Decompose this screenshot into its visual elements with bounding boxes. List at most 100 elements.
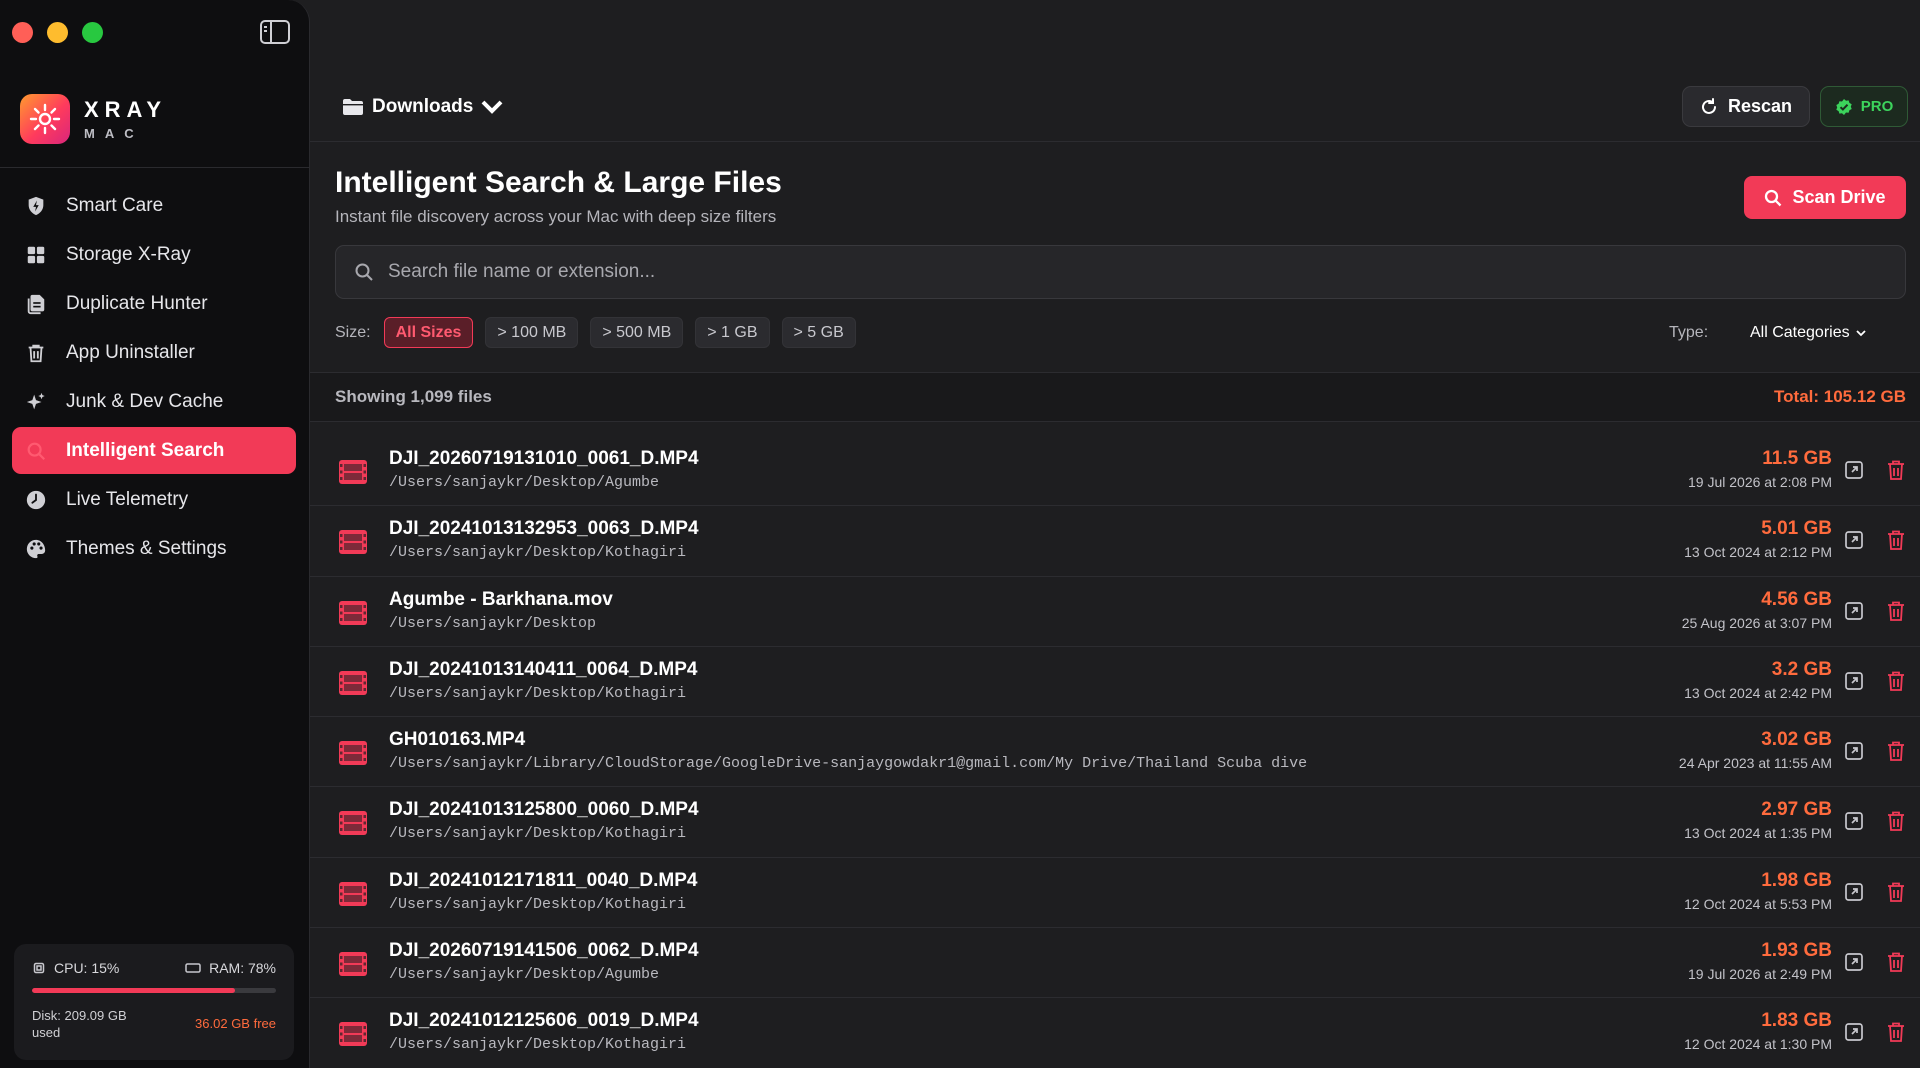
grid-icon <box>24 243 48 267</box>
ram-usage-fill <box>32 988 235 993</box>
delete-file-icon[interactable] <box>1886 1021 1906 1043</box>
file-path: /Users/sanjaykr/Desktop/Agumbe <box>389 966 660 984</box>
disk-free: 36.02 GB free <box>195 1016 276 1031</box>
size-filter-1gb[interactable]: > 1 GB <box>695 317 770 348</box>
copy-icon <box>24 292 48 316</box>
sidebar-item-smart-care[interactable]: Smart Care <box>12 182 296 229</box>
sidebar-item-label: Themes & Settings <box>66 537 227 559</box>
reveal-in-finder-icon[interactable] <box>1844 882 1864 902</box>
file-path: /Users/sanjaykr/Desktop/Kothagiri <box>389 825 687 843</box>
file-list: DJI_20260719131010_0061_D.MP4 /Users/san… <box>310 436 1920 1068</box>
sidebar-item-label: Intelligent Search <box>66 439 225 461</box>
delete-file-icon[interactable] <box>1886 600 1906 622</box>
file-name: DJI_20241013125800_0060_D.MP4 <box>389 799 699 821</box>
sidebar-item-storage-xray[interactable]: Storage X-Ray <box>12 231 296 278</box>
size-filters: Size: All Sizes > 100 MB > 500 MB > 1 GB… <box>335 317 856 348</box>
folder-selector[interactable]: Downloads <box>342 96 503 118</box>
file-name: DJI_20241012171811_0040_D.MP4 <box>389 869 698 891</box>
search-input[interactable] <box>388 261 1788 283</box>
delete-file-icon[interactable] <box>1886 951 1906 973</box>
file-path: /Users/sanjaykr/Desktop/Kothagiri <box>389 684 687 702</box>
scan-drive-button[interactable]: Scan Drive <box>1744 176 1906 219</box>
file-name: GH010163.MP4 <box>389 729 526 751</box>
search-icon <box>24 439 48 463</box>
reveal-in-finder-icon[interactable] <box>1844 601 1864 621</box>
file-path: /Users/sanjaykr/Library/CloudStorage/Goo… <box>389 755 1308 773</box>
file-row[interactable]: Agumbe - Barkhana.mov /Users/sanjaykr/De… <box>310 577 1920 647</box>
reveal-in-finder-icon[interactable] <box>1844 811 1864 831</box>
sidebar-item-label: Live Telemetry <box>66 488 189 510</box>
sidebar-item-intelligent-search[interactable]: Intelligent Search <box>12 427 296 474</box>
size-filter-100mb[interactable]: > 100 MB <box>485 317 579 348</box>
close-window-button[interactable] <box>12 22 33 43</box>
file-date: 19 Jul 2026 at 2:08 PM <box>1688 474 1832 490</box>
search-icon <box>1765 189 1782 206</box>
refresh-icon <box>1701 97 1716 114</box>
size-filter-500mb[interactable]: > 500 MB <box>590 317 684 348</box>
delete-file-icon[interactable] <box>1886 810 1906 832</box>
video-file-icon <box>339 741 367 766</box>
minimize-window-button[interactable] <box>47 22 68 43</box>
file-row[interactable]: DJI_20241013140411_0064_D.MP4 /Users/san… <box>310 647 1920 718</box>
search-bar <box>335 245 1906 299</box>
trash-icon <box>24 341 48 365</box>
sidebar-item-junk-dev-cache[interactable]: Junk & Dev Cache <box>12 378 296 425</box>
delete-file-icon[interactable] <box>1886 740 1906 762</box>
file-row[interactable]: DJI_20241012171811_0040_D.MP4 /Users/san… <box>310 858 1920 929</box>
sidebar-toggle-icon[interactable] <box>260 20 290 44</box>
file-row[interactable]: DJI_20241013125800_0060_D.MP4 /Users/san… <box>310 787 1920 858</box>
delete-file-icon[interactable] <box>1886 529 1906 551</box>
reveal-in-finder-icon[interactable] <box>1844 741 1864 761</box>
verified-icon <box>1836 98 1852 115</box>
size-filter-5gb[interactable]: > 5 GB <box>781 317 856 348</box>
reveal-in-finder-icon[interactable] <box>1844 671 1864 691</box>
reveal-in-finder-icon[interactable] <box>1844 1022 1864 1042</box>
main-content: Downloads Rescan PRO Intelligent Search … <box>310 0 1920 1068</box>
reveal-in-finder-icon[interactable] <box>1844 952 1864 972</box>
sidebar-item-label: Storage X-Ray <box>66 243 191 265</box>
delete-file-icon[interactable] <box>1886 459 1906 481</box>
app-logo-icon <box>20 94 70 144</box>
file-name: DJI_20260719131010_0061_D.MP4 <box>389 448 699 469</box>
sidebar-item-themes-settings[interactable]: Themes & Settings <box>12 525 296 572</box>
file-path: /Users/sanjaykr/Desktop/Kothagiri <box>389 1036 687 1054</box>
delete-file-icon[interactable] <box>1886 670 1906 692</box>
file-row[interactable]: DJI_20241013132953_0063_D.MP4 /Users/san… <box>310 506 1920 577</box>
file-name: DJI_20241012125606_0019_D.MP4 <box>389 1010 699 1032</box>
toolbar: Downloads Rescan PRO <box>310 0 1920 142</box>
file-size: 1.83 GB <box>1761 1010 1832 1032</box>
file-row[interactable]: GH010163.MP4 /Users/sanjaykr/Library/Clo… <box>310 717 1920 788</box>
sparkle-icon <box>24 390 48 414</box>
rescan-button[interactable]: Rescan <box>1682 86 1810 127</box>
video-file-icon <box>339 600 367 625</box>
file-size: 4.56 GB <box>1761 588 1832 610</box>
folder-name: Downloads <box>372 96 474 117</box>
reveal-in-finder-icon[interactable] <box>1844 530 1864 550</box>
file-date: 24 Apr 2023 at 11:55 AM <box>1678 755 1832 772</box>
divider <box>0 167 310 168</box>
sidebar-item-app-uninstaller[interactable]: App Uninstaller <box>12 329 296 376</box>
file-path: /Users/sanjaykr/Desktop/Kothagiri <box>389 544 687 562</box>
page-subtitle: Instant file discovery across your Mac w… <box>335 207 777 226</box>
size-filter-all[interactable]: All Sizes <box>383 317 474 348</box>
video-file-icon <box>339 952 367 977</box>
file-row[interactable]: DJI_20260719131010_0061_D.MP4 /Users/san… <box>310 436 1920 507</box>
pro-badge[interactable]: PRO <box>1820 86 1908 127</box>
window-controls <box>12 22 103 43</box>
file-name: DJI_20260719141506_0062_D.MP4 <box>389 940 699 962</box>
file-size: 2.97 GB <box>1761 799 1832 821</box>
reveal-in-finder-icon[interactable] <box>1844 460 1864 480</box>
delete-file-icon[interactable] <box>1886 881 1906 903</box>
disk-used: Disk: 209.09 GB used <box>32 1008 127 1040</box>
file-row[interactable]: DJI_20260719141506_0062_D.MP4 /Users/san… <box>310 928 1920 999</box>
file-date: 12 Oct 2024 at 5:53 PM <box>1684 895 1832 912</box>
size-filter-label: Size: <box>335 323 371 341</box>
sidebar-item-live-telemetry[interactable]: Live Telemetry <box>12 476 296 523</box>
file-name: DJI_20241013140411_0064_D.MP4 <box>389 658 698 680</box>
file-row[interactable]: DJI_20241012125606_0019_D.MP4 /Users/san… <box>310 998 1920 1068</box>
file-path: /Users/sanjaykr/Desktop/Kothagiri <box>389 895 687 913</box>
type-filter-select[interactable]: All Categories <box>1750 324 1866 342</box>
brand: XRAY MAC <box>20 94 167 144</box>
sidebar-item-duplicate-hunter[interactable]: Duplicate Hunter <box>12 280 296 327</box>
zoom-window-button[interactable] <box>82 22 103 43</box>
